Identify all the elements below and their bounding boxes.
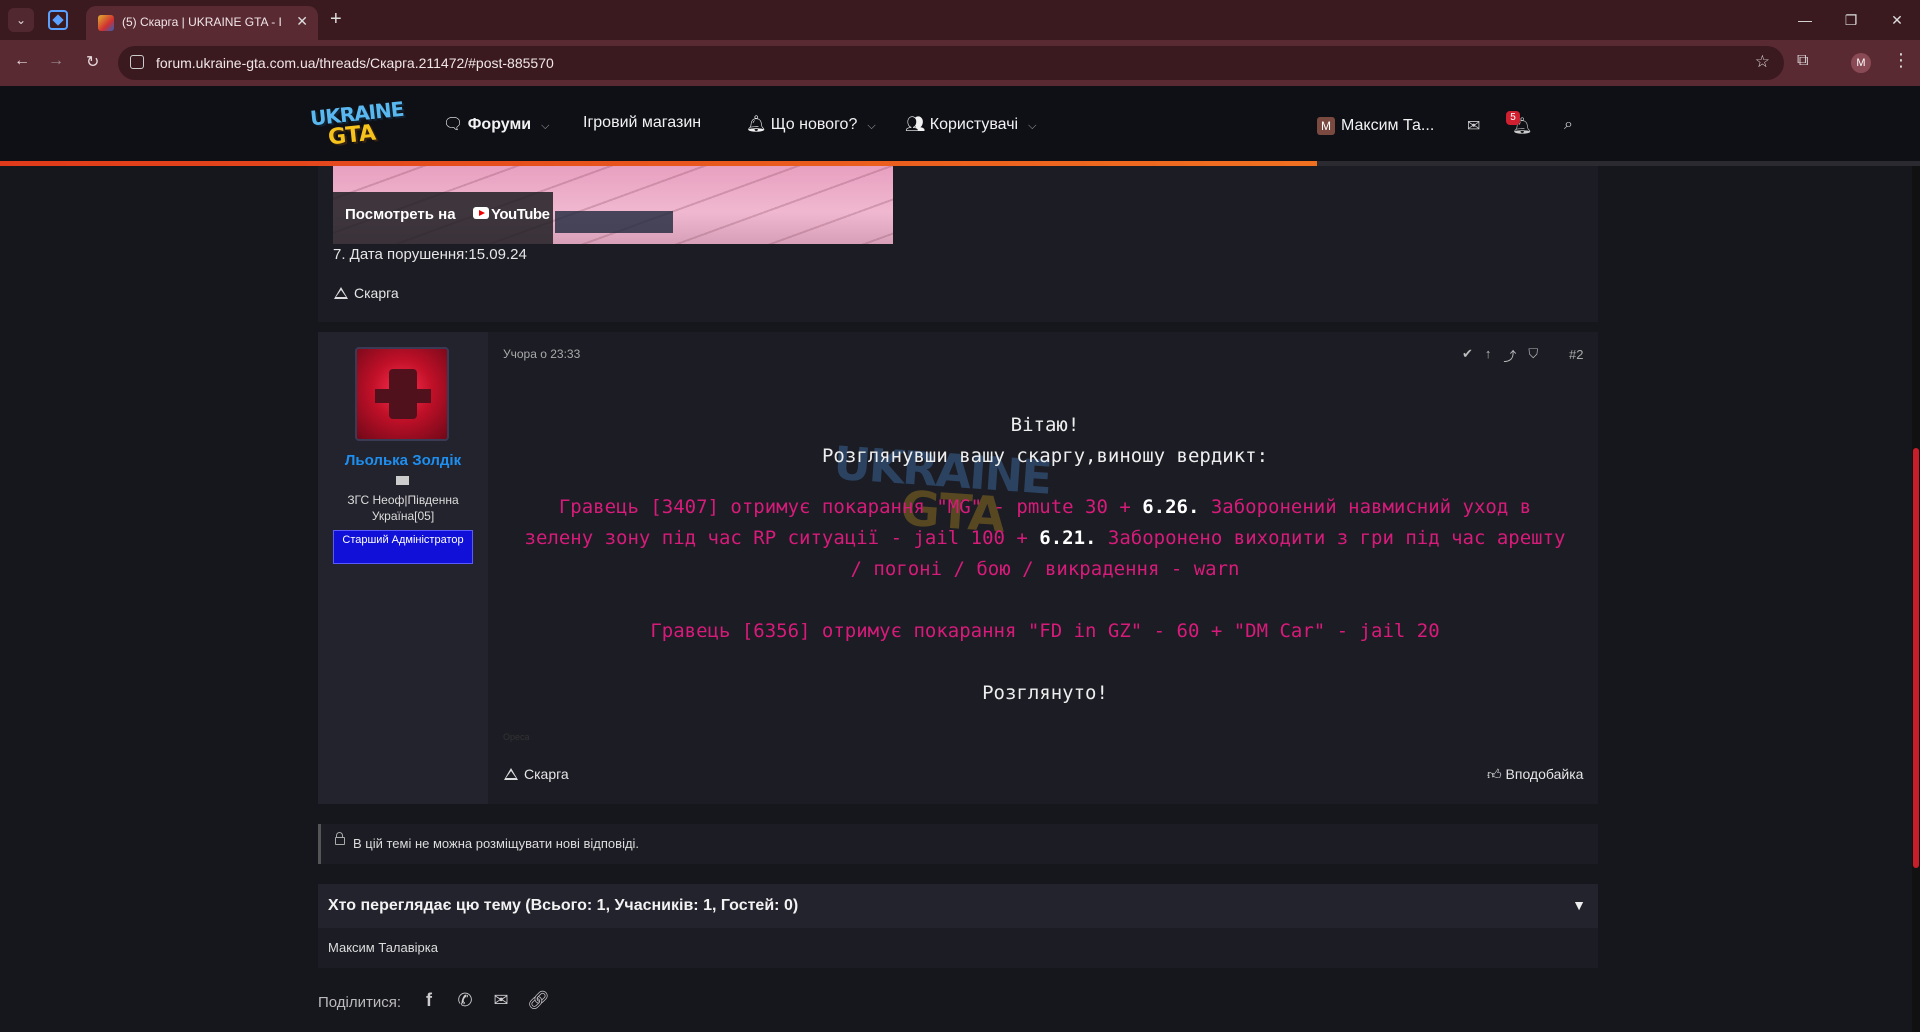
share-label: Поділитися: <box>318 994 402 1011</box>
author-avatar[interactable] <box>355 347 449 441</box>
new-tab-button[interactable]: + <box>330 8 342 31</box>
nav-game-shop[interactable]: Ігровий магазин <box>583 114 701 132</box>
email-icon[interactable]: ✉ <box>491 990 511 1011</box>
report-button[interactable]: Скарга <box>504 766 569 782</box>
close-window-icon[interactable]: ✕ <box>1874 0 1920 40</box>
warning-icon <box>334 287 348 299</box>
author-title: ЗГС Неоф|Південна Україна[05] <box>347 493 459 523</box>
verdict-2: Гравець [6356] отримує покарання "FD in … <box>650 620 1440 642</box>
scrollbar-thumb[interactable] <box>1913 448 1919 868</box>
bell-icon: 🔔︎ <box>746 116 767 133</box>
nav-forums[interactable]: 🗨 Форуми ⌵ <box>443 114 549 134</box>
post-actions: ✔ ↑ ⤴ ⛉ <box>1462 346 1538 365</box>
message-arrow <box>488 381 500 405</box>
post-timestamp[interactable]: Учора о 23:33 <box>503 347 580 361</box>
bookmark-star-icon[interactable]: ☆ <box>1755 52 1770 72</box>
user-avatar[interactable]: M <box>1317 117 1335 135</box>
lock-icon <box>335 832 345 845</box>
share-icons: f ✆ ✉ 🔗︎ <box>419 990 550 1011</box>
post-number[interactable]: #2 <box>1569 347 1583 362</box>
restore-icon[interactable]: ❐ <box>1828 0 1874 40</box>
greeting: Вітаю! <box>1010 414 1080 436</box>
bookmark-icon[interactable]: ⛉ <box>1528 346 1538 365</box>
whatsapp-icon[interactable]: ✆ <box>455 990 475 1011</box>
nav-whats-new[interactable]: 🔔︎ Що нового? ⌵ <box>746 114 876 134</box>
site-favicon-icon <box>98 15 114 31</box>
window-controls: — ❐ ✕ <box>1782 0 1920 40</box>
alerts-badge: 5 <box>1506 111 1520 125</box>
user-menu[interactable]: Максим Та... <box>1341 117 1434 135</box>
author-banner: Старший Адміністратор <box>333 530 473 564</box>
site-logo[interactable]: UKRAINE GTA <box>309 97 404 151</box>
violation-date: 7. Дата порушення:15.09.24 <box>333 246 527 263</box>
viewers-list: Максим Талавірка <box>318 928 1598 968</box>
thumbs-up-icon: 👍︎ <box>1487 766 1502 782</box>
nav-users[interactable]: 👥︎ Користувачі ⌵ <box>905 114 1036 134</box>
thread-locked-notice: В цій темі не можна розміщувати нові від… <box>318 824 1598 864</box>
chevron-down-icon[interactable]: ⌵ <box>1028 120 1036 132</box>
react-check-icon[interactable]: ✔ <box>1462 346 1473 365</box>
active-tab[interactable]: (5) Скарга | UKRAINE GTA - Ігро ✕ <box>86 6 318 40</box>
users-icon: 👥︎ <box>905 116 926 133</box>
signature: Opeca <box>503 732 530 742</box>
url-text[interactable]: forum.ukraine-gta.com.ua/threads/Скарга.… <box>156 55 554 71</box>
extensions-icon[interactable]: ⧉ <box>1797 52 1808 70</box>
arrow-up-icon[interactable]: ↑ <box>1485 346 1492 365</box>
forward-arrow-icon[interactable]: → <box>48 52 64 70</box>
inbox-icon[interactable]: ✉ <box>1467 116 1480 136</box>
like-button[interactable]: 👍︎ Вподобайка <box>1487 766 1583 783</box>
chat-icon: 🗨 <box>443 116 464 133</box>
youtube-embed[interactable]: Посмотреть на YouTube <box>333 166 893 244</box>
video-game-hud <box>555 211 673 233</box>
caret-down-icon[interactable]: ▼ <box>1572 897 1586 913</box>
youtube-play-icon <box>473 207 489 219</box>
back-arrow-icon[interactable]: ← <box>14 52 30 70</box>
intro-line: Розглянувши вашу скаргу,виношу вердикт: <box>821 445 1269 467</box>
viewers-header[interactable]: Хто переглядає цю тему (Всього: 1, Учасн… <box>318 884 1598 928</box>
report-button[interactable]: Скарга <box>334 285 399 301</box>
browser-menu-icon[interactable]: ⋮ <box>1892 50 1910 71</box>
tab-close-icon[interactable]: ✕ <box>296 13 308 30</box>
envelope-icon <box>396 476 409 485</box>
address-bar[interactable]: forum.ukraine-gta.com.ua/threads/Скарга.… <box>118 46 1784 80</box>
site-info-icon[interactable] <box>130 55 144 69</box>
author-name[interactable]: Льолька Золдік <box>318 452 488 469</box>
verdict-1: Гравець [3407] отримує покарання "MG" - … <box>524 496 1566 580</box>
share-icon[interactable]: ⤴ <box>1503 346 1516 365</box>
warning-icon <box>504 768 518 780</box>
browser-toolbar: ← → ↻ forum.ukraine-gta.com.ua/threads/С… <box>0 40 1920 86</box>
profile-avatar[interactable]: M <box>1851 53 1871 73</box>
pinned-tab-icon[interactable] <box>48 10 68 30</box>
chevron-down-icon[interactable]: ⌵ <box>541 120 549 132</box>
link-icon[interactable]: 🔗︎ <box>527 990 550 1011</box>
viewer-name[interactable]: Максим Талавірка <box>328 940 438 955</box>
minimize-icon[interactable]: — <box>1782 0 1828 40</box>
chevron-down-icon[interactable]: ⌵ <box>867 120 875 132</box>
reload-icon[interactable]: ↻ <box>86 52 99 72</box>
browser-tab-bar: ⌄ (5) Скарга | UKRAINE GTA - Ігро ✕ + — … <box>0 0 1920 40</box>
closing-line: Розглянуто! <box>982 682 1108 704</box>
tab-title: (5) Скарга | UKRAINE GTA - Ігро <box>122 15 282 29</box>
site-header: UKRAINE GTA 🗨 Форуми ⌵ Ігровий магазин 🔔︎… <box>0 86 1920 166</box>
youtube-watch-overlay[interactable]: Посмотреть на YouTube <box>333 192 553 244</box>
tab-search-button[interactable]: ⌄ <box>8 8 34 32</box>
search-icon[interactable]: ⌕ <box>1564 116 1573 134</box>
facebook-icon[interactable]: f <box>419 990 439 1011</box>
